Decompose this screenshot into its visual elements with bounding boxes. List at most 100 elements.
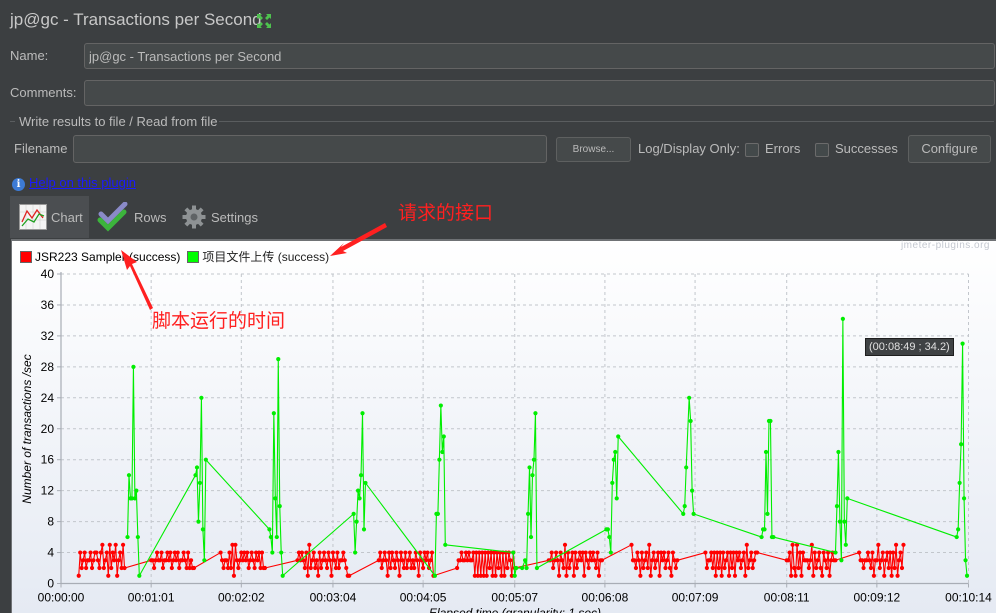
annotation-interface: 请求的接口 [398, 202, 494, 224]
jsr223-point [311, 550, 316, 555]
jsr223-point [326, 550, 331, 555]
jsr223-point [122, 565, 127, 571]
jsr223-point [670, 550, 675, 555]
upload-point [435, 511, 440, 516]
jsr223-point [824, 565, 829, 571]
jsr223-point [879, 558, 884, 563]
jsr223-point [317, 550, 322, 555]
jsr223-point [336, 565, 341, 571]
jsr223-point [382, 550, 387, 555]
upload-point [690, 488, 695, 493]
upload-point [270, 550, 275, 555]
jsr223-point [796, 565, 801, 571]
jsr223-point [319, 565, 324, 571]
upload-point [840, 316, 845, 321]
jsr223-point [487, 565, 492, 571]
upload-point [688, 418, 693, 424]
jsr223-point [800, 550, 806, 555]
jsr223-point [891, 550, 896, 555]
jsr223-point [412, 565, 417, 571]
jsr223-point [327, 558, 333, 563]
x-tick-label: 00:09:12 [854, 591, 901, 605]
jsr223-point [562, 542, 568, 547]
jsr223-point [416, 573, 421, 578]
upload-point [762, 527, 767, 532]
upload-point [684, 465, 689, 470]
jsr223-point [554, 550, 559, 555]
jsr223-point [415, 558, 420, 563]
jsr223-point [741, 550, 746, 555]
jsr223-point [889, 573, 894, 578]
jsr223-point [224, 558, 229, 563]
jsr223-point [636, 558, 642, 563]
upload-point [135, 534, 140, 540]
jsr223-point [308, 565, 313, 571]
jsr223-point [660, 558, 665, 563]
jsr223-point [673, 565, 678, 571]
jsr223-point [568, 558, 574, 563]
jsr223-point [633, 565, 639, 571]
upload-point [843, 542, 848, 547]
jsr223-point [221, 565, 226, 571]
jsr223-point [882, 573, 887, 578]
jsr223-point [865, 550, 871, 555]
jsr223-point [883, 558, 888, 563]
jsr223-point [428, 558, 433, 563]
upload-point [200, 527, 205, 532]
upload-point [440, 449, 445, 455]
jsr223-point [716, 565, 721, 571]
jsr223-point [262, 565, 268, 571]
upload-point [280, 573, 285, 578]
upload-point [134, 488, 139, 493]
jsr223-point [115, 573, 120, 578]
jsr223-point [384, 558, 389, 563]
jsr223-point [713, 573, 718, 578]
jsr223-point [638, 573, 643, 578]
upload-point [963, 558, 968, 563]
jsr223-point [811, 573, 816, 578]
upload-point [616, 434, 621, 439]
upload-point [202, 558, 207, 563]
jsr223-point [722, 565, 727, 571]
jsr223-point [567, 565, 572, 571]
jsr223-point [255, 558, 260, 563]
jsr223-point [661, 550, 667, 555]
jsr223-point [246, 565, 251, 571]
y-axis-label: Number of transactions /sec [20, 354, 34, 503]
jsr223-point [183, 558, 188, 563]
jsr223-point [664, 558, 670, 563]
upload-point [351, 511, 356, 516]
jsr223-point [116, 558, 121, 563]
jsr223-point [397, 573, 402, 578]
jsr223-point [799, 573, 804, 578]
jsr223-point [89, 565, 95, 571]
jsr223-point [109, 565, 114, 571]
upload-point [438, 403, 443, 408]
jsr223-point [342, 558, 347, 563]
jsr223-point [651, 550, 656, 555]
y-tick-label: 20 [41, 422, 55, 436]
jsr223-point [347, 573, 352, 578]
y-tick-label: 28 [41, 360, 55, 374]
x-tick-label: 00:00:00 [38, 591, 85, 605]
upload-point [610, 480, 615, 486]
upload-point [276, 357, 281, 362]
upload-point [834, 504, 840, 509]
jsr223-point [564, 573, 569, 578]
jsr223-point [735, 558, 741, 563]
upload-point [531, 457, 537, 462]
jsr223-point [106, 573, 111, 578]
jsr223-point [724, 558, 729, 563]
jsr223-point [585, 558, 590, 563]
jsr223-point [177, 565, 182, 571]
jsr223-point [299, 550, 305, 555]
jsr223-point [663, 565, 668, 571]
jsr223-point [313, 565, 318, 571]
jsr223-point [719, 573, 724, 578]
jsr223-point [107, 542, 112, 547]
x-tick-label: 00:02:02 [218, 591, 265, 605]
upload-point [607, 534, 612, 540]
jsr223-point [101, 565, 106, 571]
jsr223-point [592, 558, 597, 563]
jsr223-point [653, 565, 658, 571]
